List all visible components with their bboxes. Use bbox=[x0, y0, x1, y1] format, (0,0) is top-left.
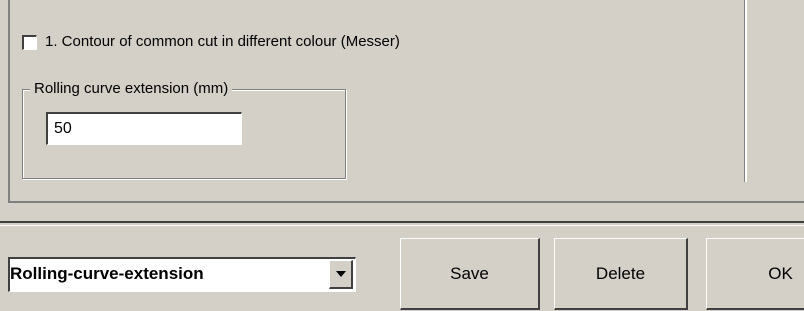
save-button[interactable]: Save bbox=[400, 238, 540, 310]
footer-divider bbox=[0, 221, 804, 226]
delete-button[interactable]: Delete bbox=[554, 238, 688, 310]
chevron-down-icon bbox=[335, 271, 346, 277]
contour-checkbox[interactable] bbox=[22, 35, 37, 50]
rolling-curve-extension-input[interactable] bbox=[46, 112, 242, 145]
preset-combobox-value: Rolling-curve-extension bbox=[10, 264, 204, 283]
contour-checkbox-label: 1. Contour of common cut in different co… bbox=[45, 33, 400, 50]
panel-separator bbox=[744, 0, 747, 182]
rolling-curve-group-title: Rolling curve extension (mm) bbox=[30, 80, 233, 97]
preset-dropdown-button[interactable] bbox=[329, 260, 353, 289]
ok-button[interactable]: OK bbox=[706, 238, 804, 310]
